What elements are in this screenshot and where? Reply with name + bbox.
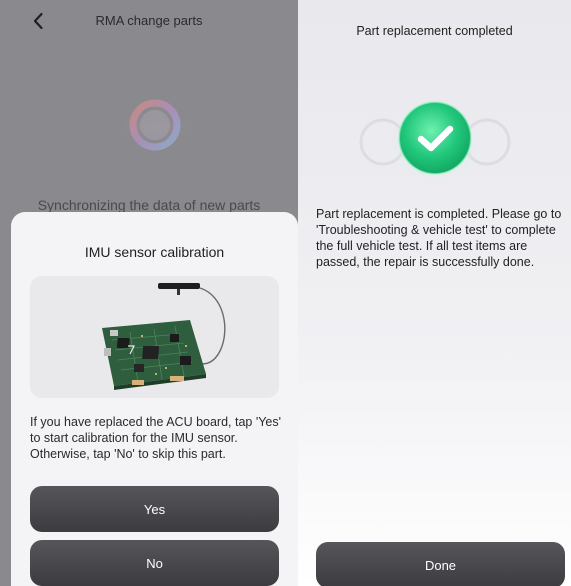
sync-status-text: Synchronizing the data of new parts <box>37 197 261 213</box>
part-replacement-completed-screen: Part replacement completed Part replacem… <box>298 0 571 586</box>
sheet-title: IMU sensor calibration <box>84 244 225 260</box>
success-check-icon <box>298 92 571 188</box>
acu-board-image <box>30 276 279 398</box>
rma-change-parts-screen: RMA change parts Synchronizing the data <box>0 0 298 586</box>
no-button[interactable]: No <box>30 540 279 586</box>
completion-description: Part replacement is completed. Please go… <box>316 207 562 269</box>
page-title: RMA change parts <box>95 13 203 28</box>
page-title: Part replacement completed <box>356 24 513 38</box>
done-button[interactable]: Done <box>316 542 565 586</box>
imu-calibration-sheet: IMU sensor calibration If you have repla… <box>11 212 298 586</box>
sync-progress-icon <box>113 92 197 162</box>
sheet-description: If you have replaced the ACU board, tap … <box>30 415 282 461</box>
yes-button[interactable]: Yes <box>30 486 279 532</box>
header-bar: RMA change parts <box>0 0 298 44</box>
